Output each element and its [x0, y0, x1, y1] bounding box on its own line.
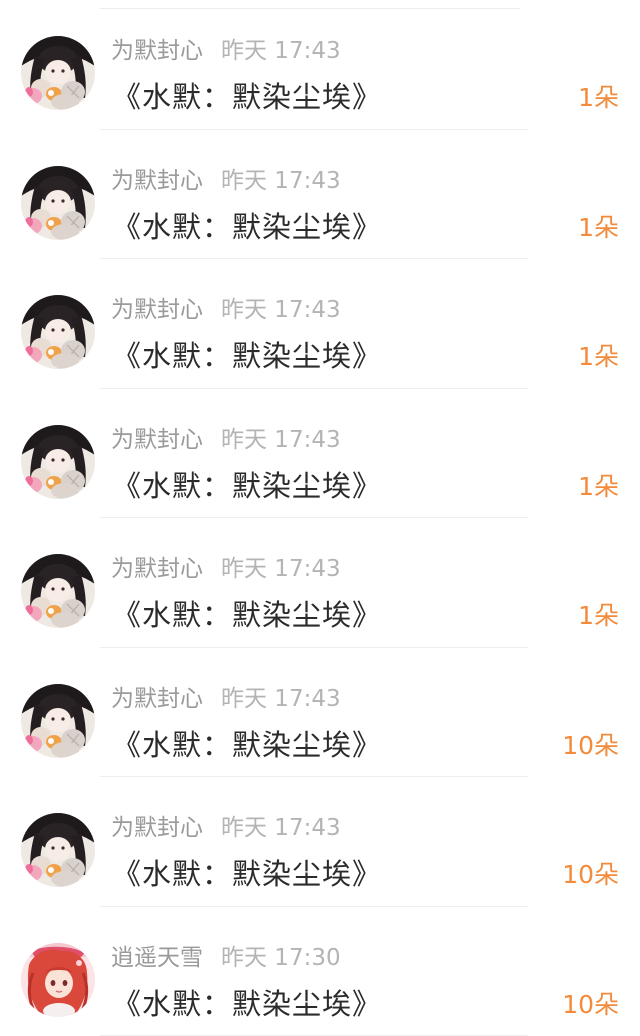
- anime-girl-dark-hair-icon: [21, 36, 95, 110]
- book-title: 《水默：默染尘埃》: [112, 336, 382, 376]
- meta-line: 为默封心昨天 17:43: [111, 554, 341, 584]
- anime-girl-dark-hair-icon: [21, 554, 95, 628]
- meta-line: 为默封心昨天 17:43: [111, 166, 341, 196]
- avatar[interactable]: [21, 813, 95, 887]
- avatar[interactable]: [21, 166, 95, 240]
- meta-line: 逍遥天雪昨天 17:30: [111, 943, 341, 973]
- anime-girl-dark-hair-icon: [21, 684, 95, 758]
- gift-amount: 1朵: [578, 598, 619, 634]
- anime-girl-dark-hair-icon: [21, 425, 95, 499]
- gift-amount: 1朵: [578, 339, 619, 375]
- username[interactable]: 为默封心: [111, 556, 203, 582]
- avatar[interactable]: [21, 295, 95, 369]
- book-title: 《水默：默染尘埃》: [112, 77, 382, 117]
- username[interactable]: 为默封心: [111, 427, 203, 453]
- username[interactable]: 为默封心: [111, 815, 203, 841]
- timestamp: 昨天 17:43: [221, 427, 341, 453]
- meta-line: 为默封心昨天 17:43: [111, 684, 341, 714]
- timestamp: 昨天 17:43: [221, 686, 341, 712]
- avatar[interactable]: [21, 554, 95, 628]
- book-title: 《水默：默染尘埃》: [112, 854, 382, 894]
- timestamp: 昨天 17:43: [221, 168, 341, 194]
- book-title: 《水默：默染尘埃》: [112, 984, 382, 1024]
- username[interactable]: 为默封心: [111, 297, 203, 323]
- anime-girl-dark-hair-icon: [21, 813, 95, 887]
- gift-amount: 10朵: [562, 728, 619, 764]
- avatar[interactable]: [21, 943, 95, 1017]
- username[interactable]: 为默封心: [111, 38, 203, 64]
- timestamp: 昨天 17:43: [221, 297, 341, 323]
- timestamp: 昨天 17:43: [221, 815, 341, 841]
- gift-amount: 1朵: [578, 469, 619, 505]
- gift-amount: 1朵: [578, 80, 619, 116]
- anime-girl-dark-hair-icon: [21, 295, 95, 369]
- list-item[interactable]: 为默封心昨天 17:43 《水默：默染尘埃》 1朵: [0, 0, 640, 130]
- list-item[interactable]: 为默封心昨天 17:43 《水默：默染尘埃》 10朵: [0, 648, 640, 778]
- book-title: 《水默：默染尘埃》: [112, 595, 382, 635]
- anime-girl-dark-hair-icon: [21, 166, 95, 240]
- list-item[interactable]: 为默封心昨天 17:43 《水默：默染尘埃》 1朵: [0, 518, 640, 648]
- list-item[interactable]: 为默封心昨天 17:43 《水默：默染尘埃》 1朵: [0, 259, 640, 389]
- gift-amount: 1朵: [578, 210, 619, 246]
- meta-line: 为默封心昨天 17:43: [111, 295, 341, 325]
- meta-line: 为默封心昨天 17:43: [111, 813, 341, 843]
- timestamp: 昨天 17:43: [221, 38, 341, 64]
- username[interactable]: 为默封心: [111, 686, 203, 712]
- book-title: 《水默：默染尘埃》: [112, 207, 382, 247]
- list-item[interactable]: 为默封心昨天 17:43 《水默：默染尘埃》 1朵: [0, 130, 640, 260]
- list-item[interactable]: 逍遥天雪昨天 17:30 《水默：默染尘埃》 10朵: [0, 907, 640, 1036]
- meta-line: 为默封心昨天 17:43: [111, 36, 341, 66]
- avatar[interactable]: [21, 425, 95, 499]
- list-item[interactable]: 为默封心昨天 17:43 《水默：默染尘埃》 10朵: [0, 777, 640, 907]
- username[interactable]: 为默封心: [111, 168, 203, 194]
- timestamp: 昨天 17:43: [221, 556, 341, 582]
- avatar[interactable]: [21, 36, 95, 110]
- gift-amount: 10朵: [562, 857, 619, 893]
- timestamp: 昨天 17:30: [221, 945, 341, 971]
- avatar[interactable]: [21, 684, 95, 758]
- meta-line: 为默封心昨天 17:43: [111, 425, 341, 455]
- book-title: 《水默：默染尘埃》: [112, 466, 382, 506]
- anime-girl-red-hair-icon: [21, 943, 95, 1017]
- book-title: 《水默：默染尘埃》: [112, 725, 382, 765]
- list-item[interactable]: 为默封心昨天 17:43 《水默：默染尘埃》 1朵: [0, 389, 640, 519]
- gift-amount: 10朵: [562, 987, 619, 1023]
- username[interactable]: 逍遥天雪: [111, 945, 203, 971]
